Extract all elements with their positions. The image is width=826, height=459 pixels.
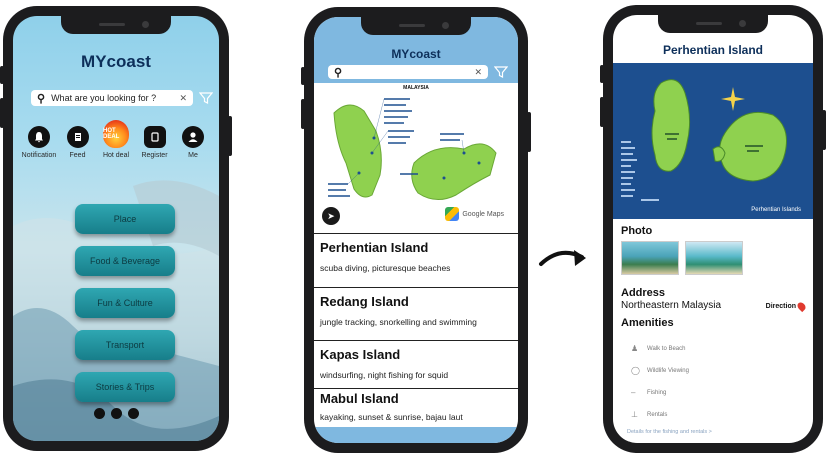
amenity-item: – Fishing <box>631 389 666 397</box>
amenity-label: Rentals <box>647 412 668 418</box>
malaysia-map[interactable]: MALAYSIA ➤ Google Maps <box>314 83 518 233</box>
app-title: MYcoast <box>391 47 441 61</box>
menu-button-stories[interactable]: Stories & Trips <box>75 372 175 402</box>
list-item[interactable]: Perhentian Island scuba diving, pictures… <box>314 233 518 287</box>
menu-button-fun[interactable]: Fun & Culture <box>75 288 175 318</box>
home-screen: MYcoast ⚲ What are you looking for ? ✕ N… <box>13 16 219 441</box>
nav-register[interactable]: Register <box>137 126 173 159</box>
nav-hot-deal[interactable]: HOT DEAL Hot deal <box>98 120 134 159</box>
island-desc: jungle tracking, snorkelling and swimmin… <box>320 317 477 327</box>
map-caption: Perhentian Islands <box>751 207 801 213</box>
direction-button[interactable]: Direction <box>765 300 808 313</box>
amenity-label: Wildlife Viewing <box>647 368 689 374</box>
page-title: Perhentian Island <box>662 43 764 57</box>
filter-icon[interactable] <box>494 65 508 79</box>
google-maps-badge[interactable]: Google Maps <box>445 207 504 221</box>
home-phone: MYcoast ⚲ What are you looking for ? ✕ N… <box>0 6 232 451</box>
google-maps-label: Google Maps <box>462 210 504 218</box>
list-item[interactable]: Redang Island jungle tracking, snorkelli… <box>314 287 518 340</box>
menu-button-transport[interactable]: Transport <box>75 330 175 360</box>
phone-side-button <box>0 66 4 84</box>
phone-side-button <box>228 116 232 156</box>
filter-icon[interactable] <box>199 91 213 105</box>
menu-button-place[interactable]: Place <box>75 204 175 234</box>
address-heading: Address <box>621 287 666 299</box>
flame-icon: HOT DEAL <box>103 120 129 148</box>
list-item[interactable]: Mabul Island kayaking, sunset & sunrise,… <box>314 388 518 428</box>
phone-side-button <box>527 112 531 152</box>
nav-label: Hot deal <box>102 152 130 159</box>
phone-notch <box>61 16 171 34</box>
arrow-right-icon <box>539 250 586 266</box>
walk-icon: ♟ <box>631 344 639 353</box>
island-map-graphic <box>621 79 787 201</box>
amenities-more-link[interactable]: Details for the fishing and rentals > <box>627 429 712 435</box>
address-value: Northeastern Malaysia <box>621 300 722 311</box>
list-phone: MYcoast ⚲ ✕ MALAYSIA ➤ Google Maps Perhe… <box>301 7 531 453</box>
user-icon <box>182 126 204 148</box>
amenity-item: ♟ Walk to Beach <box>631 345 685 353</box>
amenity-item: ◯ Wildlife Viewing <box>631 367 689 375</box>
island-desc: kayaking, sunset & sunrise, bajau laut <box>320 412 463 422</box>
rentals-icon: ⊥ <box>631 410 638 419</box>
nav-label: Me <box>188 152 198 159</box>
island-name: Kapas Island <box>320 347 401 362</box>
phone-side-button <box>301 67 305 85</box>
map-pin-icon <box>795 300 808 313</box>
phone-notch <box>361 17 471 35</box>
amenity-label: Walk to Beach <box>647 346 686 352</box>
island-desc: windsurfing, night fishing for squid <box>320 370 449 380</box>
direction-label: Direction <box>765 303 796 310</box>
app-title: MYcoast <box>81 52 151 71</box>
nav-feed[interactable]: Feed <box>60 126 96 159</box>
island-name: Perhentian Island <box>320 240 429 255</box>
phone-side-button <box>600 97 604 127</box>
phone-side-button <box>0 98 4 128</box>
list-screen: MYcoast ⚲ ✕ MALAYSIA ➤ Google Maps Perhe… <box>314 17 518 443</box>
nav-notification[interactable]: Notification <box>21 126 57 159</box>
search-icon: ⚲ <box>37 92 46 105</box>
clear-icon[interactable]: ✕ <box>179 93 187 104</box>
phone-side-button <box>301 99 305 129</box>
fishing-icon: – <box>631 388 636 397</box>
phone-side-button <box>600 65 604 83</box>
nav-label: Feed <box>69 152 86 159</box>
nav-me[interactable]: Me <box>175 126 211 159</box>
photo-thumbnail[interactable] <box>685 241 743 275</box>
feed-icon <box>66 126 89 148</box>
phone-side-button <box>822 110 826 150</box>
menu-button-food[interactable]: Food & Beverage <box>75 246 175 276</box>
google-maps-icon <box>445 207 460 221</box>
search-bar[interactable]: ⚲ What are you looking for ? ✕ <box>31 90 193 106</box>
amenity-label: Fishing <box>647 390 667 396</box>
search-bar[interactable]: ⚲ ✕ <box>328 65 488 79</box>
clipboard-icon <box>143 126 166 148</box>
amenity-item: ⊥ Rentals <box>631 411 667 419</box>
detail-screen: Perhentian Island Perhentian Islands Pho… <box>613 15 813 443</box>
more-dots-icon[interactable] <box>13 408 219 419</box>
island-name: Redang Island <box>320 294 409 309</box>
search-input[interactable]: What are you looking for ? <box>51 93 156 103</box>
photo-heading: Photo <box>621 225 653 237</box>
locate-button[interactable]: ➤ <box>322 207 340 225</box>
detail-phone: Perhentian Island Perhentian Islands Pho… <box>600 5 826 453</box>
island-desc: scuba diving, picturesque beaches <box>320 263 451 273</box>
clear-icon[interactable]: ✕ <box>474 67 482 78</box>
nav-label: Notification <box>21 152 57 159</box>
amenities-heading: Amenities <box>621 317 674 329</box>
search-icon: ⚲ <box>334 66 343 79</box>
binoculars-icon: ◯ <box>631 366 640 375</box>
island-map[interactable]: Perhentian Islands <box>613 63 813 219</box>
hot-deal-badge: HOT DEAL <box>103 128 120 140</box>
phone-notch <box>658 15 768 33</box>
island-name: Mabul Island <box>320 391 399 406</box>
photo-thumbnail[interactable] <box>621 241 679 275</box>
bell-icon <box>28 126 50 148</box>
nav-label: Register <box>141 152 168 159</box>
list-item[interactable]: Kapas Island windsurfing, night fishing … <box>314 340 518 388</box>
home-nav-bar: Notification Feed HOT DEAL Hot deal Regi… <box>21 120 211 159</box>
list-footer <box>314 427 518 443</box>
